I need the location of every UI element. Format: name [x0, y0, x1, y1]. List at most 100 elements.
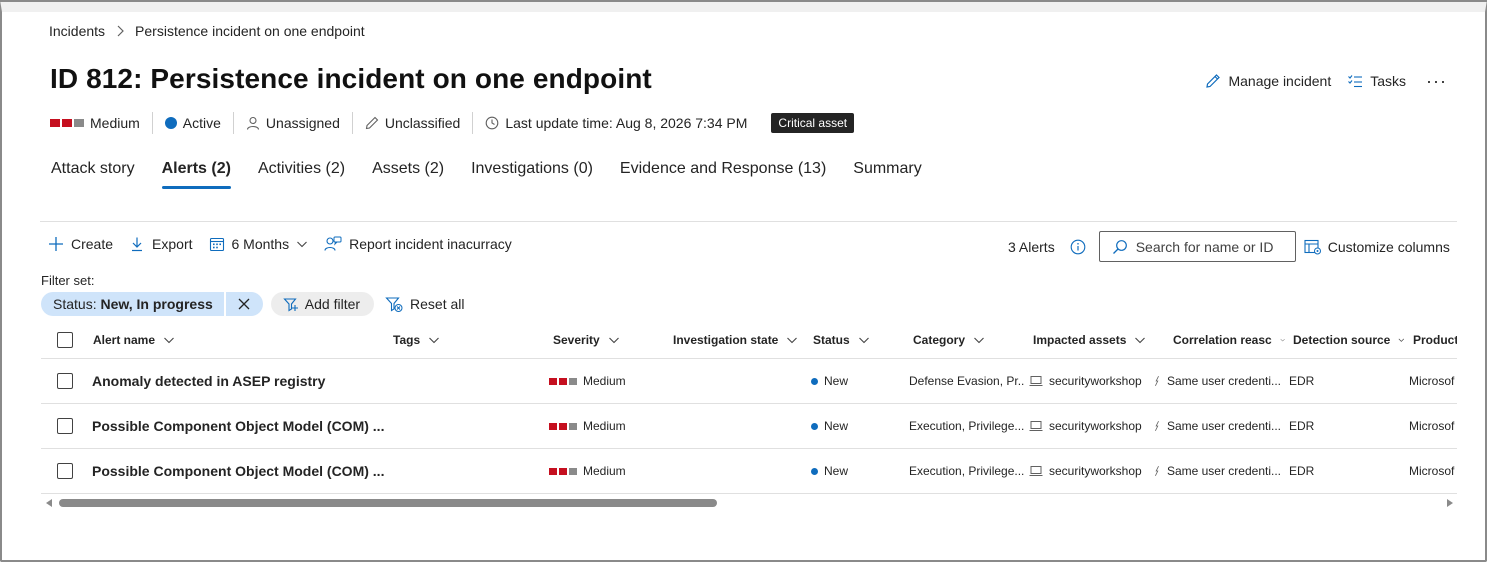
info-icon[interactable] — [1070, 239, 1086, 255]
status-filter-key: Status: — [53, 296, 97, 312]
person-icon — [246, 116, 259, 130]
create-button[interactable]: Create — [48, 236, 113, 252]
tab-alerts[interactable]: Alerts (2) — [161, 160, 232, 189]
severity-bars-icon — [549, 377, 577, 385]
tab-evidence-response[interactable]: Evidence and Response (13) — [620, 160, 826, 189]
severity-label: Medium — [90, 115, 140, 131]
column-header-impacted-assets[interactable]: Impacted assets — [1033, 333, 1163, 347]
export-button[interactable]: Export — [129, 236, 193, 252]
last-update-label: Last update time: Aug 8, 2026 7:34 PM — [505, 115, 748, 131]
table-header: Alert name Tags Severity Investigation s… — [41, 322, 1457, 359]
more-options-button[interactable]: ··· — [1426, 72, 1447, 90]
correlation-cell: Same user credenti... — [1153, 464, 1281, 478]
incident-meta: Medium Active Unassigned Unclassified La… — [50, 112, 855, 134]
severity-indicator: Medium — [50, 112, 153, 134]
alerts-count: 3 Alerts — [1008, 238, 1055, 255]
column-header-severity[interactable]: Severity — [553, 333, 663, 347]
select-all-checkbox[interactable] — [57, 332, 73, 348]
column-header-product[interactable]: Product — [1413, 333, 1457, 347]
report-inaccuracy-label: Report incident inacurracy — [349, 236, 512, 252]
table-row[interactable]: Possible Component Object Model (COM) ..… — [41, 404, 1457, 449]
column-header-detection-source[interactable]: Detection source — [1293, 333, 1405, 347]
incident-tabs: Attack story Alerts (2) Activities (2) A… — [51, 160, 922, 189]
calendar-icon — [209, 237, 224, 252]
horizontal-scrollbar[interactable] — [41, 496, 1457, 510]
product-cell: Microsof — [1409, 374, 1455, 388]
tab-activities[interactable]: Activities (2) — [258, 160, 345, 189]
severity-cell: Medium — [549, 374, 659, 388]
breadcrumb-incidents-link[interactable]: Incidents — [49, 23, 105, 39]
reset-all-button[interactable]: Reset all — [385, 295, 465, 313]
status-filter-pill[interactable]: Status: New, In progress — [41, 292, 224, 316]
add-filter-button[interactable]: Add filter — [270, 292, 375, 316]
tab-attack-story[interactable]: Attack story — [51, 160, 135, 189]
classification[interactable]: Unclassified — [353, 112, 474, 134]
alerts-toolbar: Create Export 6 Months Report incident i… — [48, 234, 512, 254]
column-header-tags[interactable]: Tags — [393, 333, 543, 347]
product-cell: Microsof — [1409, 419, 1455, 433]
breadcrumb: Incidents Persistence incident on one en… — [49, 23, 365, 39]
status-dot-icon — [164, 117, 177, 129]
status-filter-value: New, In progress — [100, 296, 213, 312]
table-settings-icon — [1304, 239, 1321, 254]
severity-bars-icon — [549, 467, 577, 475]
column-header-investigation-state[interactable]: Investigation state — [673, 333, 803, 347]
category-cell: Execution, Privilege... — [909, 464, 1025, 478]
tab-assets[interactable]: Assets (2) — [372, 160, 444, 189]
alerts-toolbar-right: 3 Alerts Search for name or ID Customize… — [1008, 231, 1450, 262]
correlation-cell: Same user credenti... — [1153, 374, 1281, 388]
alert-name-cell[interactable]: Possible Component Object Model (COM) ..… — [92, 418, 387, 434]
chevron-down-icon — [1135, 337, 1146, 344]
scroll-right-arrow-icon[interactable] — [1447, 499, 1453, 507]
manage-incident-label: Manage incident — [1228, 73, 1332, 89]
impacted-asset-cell[interactable]: securityworkshop — [1029, 374, 1145, 388]
link-icon — [1155, 421, 1159, 431]
customize-columns-button[interactable]: Customize columns — [1304, 239, 1450, 255]
row-checkbox[interactable] — [57, 463, 73, 479]
impacted-asset-cell[interactable]: securityworkshop — [1029, 419, 1145, 433]
time-range-dropdown[interactable]: 6 Months — [209, 236, 309, 252]
pencil-icon — [1206, 74, 1221, 88]
tasks-label: Tasks — [1370, 73, 1407, 89]
tab-summary[interactable]: Summary — [853, 160, 921, 189]
impacted-asset-cell[interactable]: securityworkshop — [1029, 464, 1145, 478]
scrollbar-thumb[interactable] — [59, 499, 717, 507]
alert-name-cell[interactable]: Possible Component Object Model (COM) ..… — [92, 463, 387, 479]
plus-icon — [49, 237, 63, 251]
page-title: ID 812: Persistence incident on one endp… — [50, 63, 652, 94]
search-input[interactable]: Search for name or ID — [1098, 231, 1296, 262]
chevron-right-icon — [117, 25, 124, 37]
remove-filter-button[interactable] — [225, 292, 263, 316]
chevron-down-icon — [1398, 338, 1405, 342]
incident-actions: Manage incident Tasks ··· — [1205, 72, 1447, 90]
add-filter-label: Add filter — [304, 296, 361, 312]
correlation-cell: Same user credenti... — [1153, 419, 1281, 433]
row-checkbox[interactable] — [57, 418, 73, 434]
laptop-icon — [1029, 376, 1043, 386]
table-row[interactable]: Possible Component Object Model (COM) ..… — [41, 449, 1457, 494]
status-cell: New — [811, 419, 901, 433]
row-checkbox[interactable] — [57, 373, 73, 389]
category-cell: Defense Evasion, Pr... — [909, 374, 1025, 388]
column-header-correlation-reason[interactable]: Correlation reasc — [1173, 333, 1285, 347]
assigned-to[interactable]: Unassigned — [234, 112, 353, 134]
table-row[interactable]: Anomaly detected in ASEP registry Medium… — [41, 359, 1457, 404]
chevron-down-icon — [1280, 338, 1285, 342]
tab-investigations[interactable]: Investigations (0) — [471, 160, 593, 189]
scroll-left-arrow-icon[interactable] — [46, 499, 52, 507]
column-header-status[interactable]: Status — [813, 333, 903, 347]
product-cell: Microsof — [1409, 464, 1455, 478]
tasks-button[interactable]: Tasks — [1347, 73, 1406, 89]
reset-all-label: Reset all — [410, 296, 465, 312]
link-icon — [1155, 376, 1159, 386]
alert-name-cell[interactable]: Anomaly detected in ASEP registry — [92, 373, 387, 389]
breadcrumb-current: Persistence incident on one endpoint — [135, 23, 365, 39]
manage-incident-button[interactable]: Manage incident — [1205, 73, 1331, 89]
column-header-alert-name[interactable]: Alert name — [93, 333, 383, 347]
report-inaccuracy-button[interactable]: Report incident inacurracy — [324, 236, 512, 252]
chevron-down-icon — [858, 337, 869, 344]
filter-bar: Status: New, In progress Add filter Rese… — [41, 292, 465, 316]
search-icon — [1112, 239, 1127, 254]
column-header-category[interactable]: Category — [913, 333, 1023, 347]
download-icon — [132, 237, 143, 252]
